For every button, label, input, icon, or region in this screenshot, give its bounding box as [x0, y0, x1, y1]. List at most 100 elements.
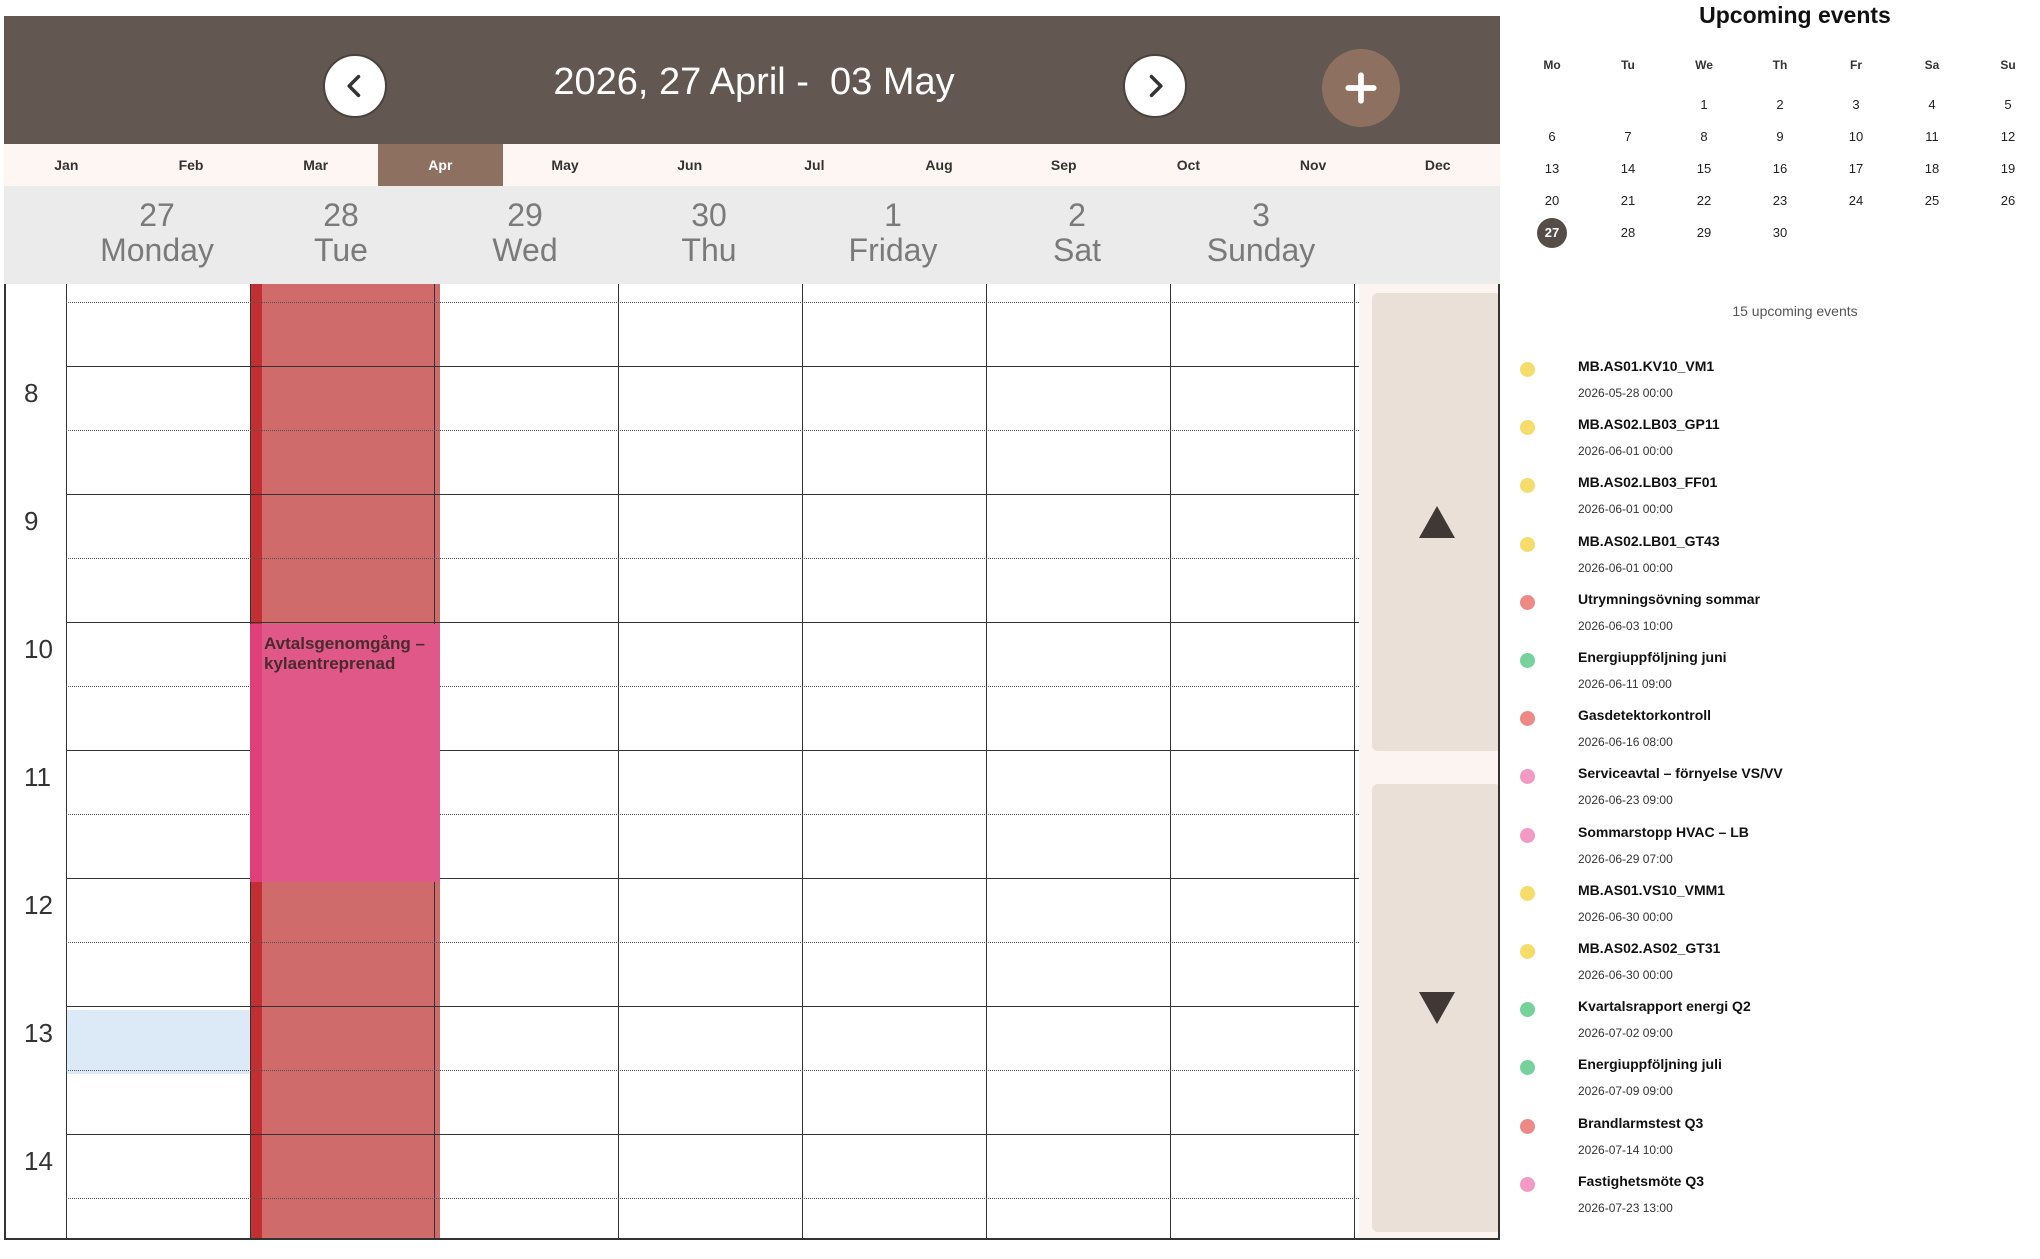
- upcoming-event-date: 2026-07-14 10:00: [1578, 1142, 1673, 1157]
- mini-calendar-day[interactable]: 5: [1988, 90, 2028, 120]
- mini-calendar-day[interactable]: 8: [1684, 122, 1724, 152]
- calendar-header: 2026, 27 April - 03 May: [4, 16, 1500, 144]
- upcoming-event-date: 2026-06-11 09:00: [1578, 677, 1672, 691]
- day-name: Sunday: [1206, 232, 1316, 268]
- event-color-dot: [1520, 885, 1535, 901]
- mini-calendar-weekday: Su: [2000, 58, 2016, 72]
- day-header-tue[interactable]: 28 Tue: [249, 198, 433, 268]
- mini-calendar-day[interactable]: 29: [1684, 218, 1724, 248]
- event-color-dot: [1520, 478, 1535, 494]
- upcoming-event-item[interactable]: Serviceavtal – förnyelse VS/VV 2026-06-23…: [1520, 765, 2020, 823]
- event-color-dot: [1520, 594, 1535, 610]
- mini-calendar-day[interactable]: 14: [1608, 154, 1648, 184]
- mini-calendar-today[interactable]: 27: [1537, 218, 1567, 248]
- upcoming-event-item[interactable]: MB.AS02.AS02_GT31 2026-06-30 00:00: [1520, 940, 2020, 998]
- upcoming-event-item[interactable]: Brandlarmstest Q3 2026-07-14 10:00: [1520, 1115, 2020, 1173]
- mini-calendar-day[interactable]: 21: [1608, 186, 1648, 216]
- mini-calendar-day[interactable]: 15: [1684, 154, 1724, 184]
- mini-calendar-day[interactable]: 2: [1760, 90, 1800, 120]
- month-may[interactable]: May: [503, 144, 628, 186]
- month-dec[interactable]: Dec: [1375, 144, 1500, 186]
- upcoming-event-item[interactable]: MB.AS01.VS10_VMM1 2026-06-30 00:00: [1520, 882, 2020, 940]
- month-jan[interactable]: Jan: [4, 144, 129, 186]
- scroll-up-button[interactable]: [1372, 293, 1498, 751]
- day-header-wed[interactable]: 29 Wed: [433, 198, 617, 268]
- upcoming-event-name: MB.AS02.LB01_GT43: [1578, 532, 1720, 549]
- day-date: 27: [139, 197, 175, 233]
- upcoming-event-item[interactable]: Energiuppföljning juni 2026-06-11 09:00: [1520, 649, 2020, 707]
- upcoming-events-panel: Upcoming events Mo Tu We Th Fr Sa Su 1 2 3 4 5 6 7 8 9 1…: [1500, 0, 2040, 1259]
- upcoming-event-name: Fastighetsmöte Q3: [1578, 1172, 1705, 1189]
- day-header-monday[interactable]: 27 Monday: [65, 198, 249, 268]
- month-sep[interactable]: Sep: [1001, 144, 1126, 186]
- month-jun[interactable]: Jun: [627, 144, 752, 186]
- scroll-down-button[interactable]: [1372, 784, 1498, 1232]
- mini-calendar-day[interactable]: 20: [1532, 186, 1572, 216]
- mini-calendar-day[interactable]: 10: [1836, 122, 1876, 152]
- mini-calendar-day[interactable]: 25: [1912, 186, 1952, 216]
- upcoming-event-item[interactable]: Fastighetsmöte Q3 2026-07-23 13:00: [1520, 1173, 2020, 1231]
- event-color-dot: [1520, 944, 1535, 959]
- mini-calendar-day[interactable]: 9: [1760, 122, 1800, 152]
- mini-calendar-day[interactable]: 30: [1760, 218, 1800, 248]
- mini-calendar-day[interactable]: 7: [1608, 122, 1648, 152]
- mini-calendar-day[interactable]: 26: [1988, 186, 2028, 216]
- event-title: Avtalsgenomgång – kylaentreprenad: [264, 634, 425, 673]
- half-hour-line: [66, 1070, 1359, 1071]
- mini-calendar-day[interactable]: 3: [1836, 90, 1876, 120]
- day-date: 28: [323, 197, 359, 233]
- mini-calendar-day[interactable]: 1: [1684, 90, 1724, 120]
- upcoming-event-item[interactable]: MB.AS01.KV10_VM1 2026-05-28 00:00: [1520, 358, 2020, 416]
- selected-time-slot[interactable]: [67, 1010, 250, 1074]
- upcoming-event-name: Gasdetektorkontroll: [1578, 707, 1712, 724]
- upcoming-event-name: Utrymningsövning sommar: [1578, 590, 1761, 607]
- upcoming-event-item[interactable]: Energiuppföljning juli 2026-07-09 09:00: [1520, 1056, 2020, 1114]
- month-oct[interactable]: Oct: [1126, 144, 1251, 186]
- month-aug[interactable]: Aug: [877, 144, 1002, 186]
- upcoming-event-item[interactable]: MB.AS02.LB03_FF01 2026-06-01 00:00: [1520, 474, 2020, 532]
- previous-week-button[interactable]: [323, 54, 387, 118]
- next-week-button[interactable]: [1123, 54, 1187, 118]
- month-jul[interactable]: Jul: [752, 144, 877, 186]
- upcoming-event-name: Energiuppföljning juni: [1578, 649, 1727, 665]
- event-color-strip: [250, 624, 262, 882]
- mini-calendar-day[interactable]: 13: [1532, 154, 1572, 184]
- mini-calendar-day[interactable]: 12: [1988, 122, 2028, 152]
- day-header-thu[interactable]: 30 Thu: [617, 198, 801, 268]
- mini-calendar-day[interactable]: 28: [1608, 218, 1648, 248]
- upcoming-event-item[interactable]: Gasdetektorkontroll 2026-06-16 08:00: [1520, 707, 2020, 765]
- add-event-button[interactable]: [1322, 49, 1400, 127]
- mini-calendar-day[interactable]: 18: [1912, 154, 1952, 184]
- mini-calendar-day[interactable]: 6: [1532, 122, 1572, 152]
- mini-calendar-day[interactable]: 16: [1760, 154, 1800, 184]
- mini-calendar-day[interactable]: 19: [1988, 154, 2028, 184]
- mini-calendar-day[interactable]: 24: [1836, 186, 1876, 216]
- plus-icon: [1345, 72, 1377, 104]
- upcoming-event-item[interactable]: Utrymningsövning sommar 2026-06-03 10:00: [1520, 591, 2020, 649]
- day-header-sunday[interactable]: 3 Sunday: [1169, 198, 1353, 268]
- mini-calendar-day[interactable]: 22: [1684, 186, 1724, 216]
- upcoming-event-item[interactable]: MB.AS02.LB01_GT43 2026-06-01 00:00: [1520, 533, 2020, 591]
- day-header-sat[interactable]: 2 Sat: [985, 198, 1169, 268]
- day-date: 1: [884, 197, 902, 233]
- mini-calendar-day[interactable]: 4: [1912, 90, 1952, 120]
- month-mar[interactable]: Mar: [253, 144, 378, 186]
- mini-calendar-day[interactable]: 23: [1760, 186, 1800, 216]
- day-name: Sat: [1052, 232, 1102, 268]
- month-nov[interactable]: Nov: [1251, 144, 1376, 186]
- day-header-friday[interactable]: 1 Friday: [801, 198, 985, 268]
- day-date: 2: [1068, 197, 1086, 233]
- upcoming-event-item[interactable]: Sommarstopp HVAC – LB 2026-06-29 07:00: [1520, 824, 2020, 882]
- upcoming-event-date: 2026-07-02 09:00: [1578, 1026, 1673, 1041]
- day-date: 29: [507, 197, 543, 233]
- calendar-event[interactable]: Avtalsgenomgång – kylaentreprenad: [250, 624, 440, 882]
- week-calendar: 2026, 27 April - 03 May Jan Feb Mar Apr May J…: [4, 16, 1500, 1240]
- upcoming-event-item[interactable]: MB.AS02.LB03_GP11 2026-06-01 00:00: [1520, 416, 2020, 474]
- upcoming-events-title: Upcoming events: [1699, 2, 1891, 28]
- mini-calendar-day[interactable]: 11: [1912, 122, 1952, 152]
- mini-calendar-day[interactable]: 17: [1836, 154, 1876, 184]
- hour-label: 13: [24, 1018, 53, 1048]
- month-feb[interactable]: Feb: [129, 144, 254, 186]
- month-apr[interactable]: Apr: [378, 144, 503, 186]
- upcoming-event-item[interactable]: Kvartalsrapport energi Q2 2026-07-02 09:0…: [1520, 998, 2020, 1056]
